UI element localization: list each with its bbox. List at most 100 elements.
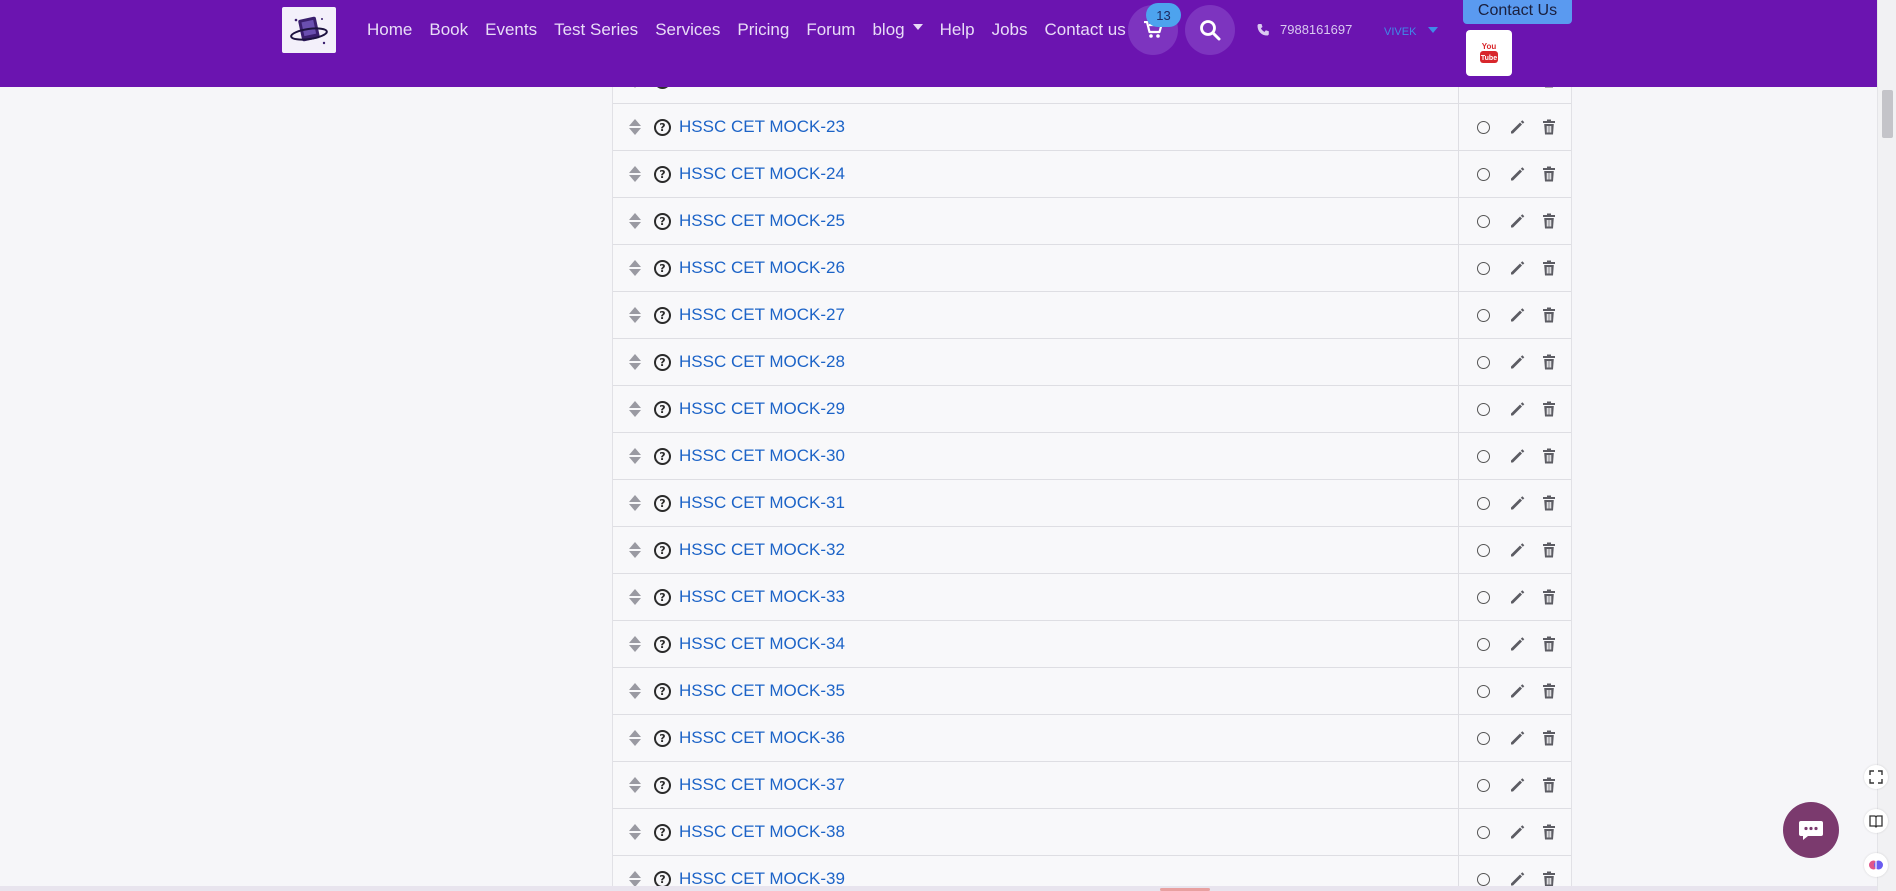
trash-icon[interactable] xyxy=(1540,212,1558,230)
quiz-link[interactable]: HSSC CET MOCK-25 xyxy=(679,211,845,231)
select-radio[interactable] xyxy=(1477,449,1490,463)
sort-handle-icon[interactable] xyxy=(628,539,642,561)
pencil-icon[interactable] xyxy=(1508,635,1526,653)
nav-home[interactable]: Home xyxy=(367,20,412,40)
quiz-link[interactable]: HSSC CET MOCK-30 xyxy=(679,446,845,466)
pencil-icon[interactable] xyxy=(1508,212,1526,230)
select-radio[interactable] xyxy=(1477,637,1490,651)
sort-handle-icon[interactable] xyxy=(628,351,642,373)
nav-help[interactable]: Help xyxy=(940,20,975,40)
sort-handle-icon[interactable] xyxy=(628,163,642,185)
sort-handle-icon[interactable] xyxy=(628,821,642,843)
pencil-icon[interactable] xyxy=(1508,823,1526,841)
quiz-link[interactable]: HSSC CET MOCK-33 xyxy=(679,587,845,607)
pencil-icon[interactable] xyxy=(1508,306,1526,324)
book-icon[interactable] xyxy=(1864,809,1888,833)
contact-us-button[interactable]: Contact Us xyxy=(1463,0,1572,24)
page-scrollbar[interactable] xyxy=(1877,0,1896,891)
quiz-link[interactable]: HSSC CET MOCK-32 xyxy=(679,540,845,560)
select-radio[interactable] xyxy=(1477,731,1490,745)
trash-icon[interactable] xyxy=(1540,823,1558,841)
select-radio[interactable] xyxy=(1477,355,1490,369)
trash-icon[interactable] xyxy=(1540,729,1558,747)
sort-handle-icon[interactable] xyxy=(628,445,642,467)
nav-test-series[interactable]: Test Series xyxy=(554,20,638,40)
site-logo[interactable] xyxy=(282,7,336,53)
pencil-icon[interactable] xyxy=(1508,541,1526,559)
select-radio[interactable] xyxy=(1477,167,1490,181)
select-radio[interactable] xyxy=(1477,402,1490,416)
select-radio[interactable] xyxy=(1477,214,1490,228)
sort-handle-icon[interactable] xyxy=(628,304,642,326)
search-button[interactable] xyxy=(1185,5,1235,55)
trash-icon[interactable] xyxy=(1540,306,1558,324)
sort-handle-icon[interactable] xyxy=(628,680,642,702)
quiz-link[interactable]: HSSC CET MOCK-38 xyxy=(679,822,845,842)
pencil-icon[interactable] xyxy=(1508,118,1526,136)
pencil-icon[interactable] xyxy=(1508,165,1526,183)
quiz-link[interactable]: HSSC CET MOCK-37 xyxy=(679,775,845,795)
trash-icon[interactable] xyxy=(1540,776,1558,794)
select-radio[interactable] xyxy=(1477,590,1490,604)
select-radio[interactable] xyxy=(1477,778,1490,792)
trash-icon[interactable] xyxy=(1540,588,1558,606)
quiz-link[interactable]: HSSC CET MOCK-35 xyxy=(679,681,845,701)
quiz-link[interactable]: HSSC CET MOCK-31 xyxy=(679,493,845,513)
trash-icon[interactable] xyxy=(1540,353,1558,371)
pencil-icon[interactable] xyxy=(1508,729,1526,747)
nav-pricing[interactable]: Pricing xyxy=(737,20,789,40)
select-radio[interactable] xyxy=(1477,496,1490,510)
trash-icon[interactable] xyxy=(1540,541,1558,559)
select-radio[interactable] xyxy=(1477,308,1490,322)
nav-services[interactable]: Services xyxy=(655,20,720,40)
trash-icon[interactable] xyxy=(1540,447,1558,465)
quiz-link[interactable]: HSSC CET MOCK-24 xyxy=(679,164,845,184)
sort-handle-icon[interactable] xyxy=(628,398,642,420)
trash-icon[interactable] xyxy=(1540,259,1558,277)
quiz-link[interactable]: HSSC CET MOCK-28 xyxy=(679,352,845,372)
sort-handle-icon[interactable] xyxy=(628,116,642,138)
sort-handle-icon[interactable] xyxy=(628,210,642,232)
sort-handle-icon[interactable] xyxy=(628,727,642,749)
pencil-icon[interactable] xyxy=(1508,682,1526,700)
pencil-icon[interactable] xyxy=(1508,259,1526,277)
brain-icon[interactable] xyxy=(1864,853,1888,877)
pencil-icon[interactable] xyxy=(1508,494,1526,512)
trash-icon[interactable] xyxy=(1540,494,1558,512)
quiz-link[interactable]: HSSC CET MOCK-23 xyxy=(679,117,845,137)
nav-jobs[interactable]: Jobs xyxy=(992,20,1028,40)
quiz-link[interactable]: HSSC CET MOCK-34 xyxy=(679,634,845,654)
trash-icon[interactable] xyxy=(1540,118,1558,136)
pencil-icon[interactable] xyxy=(1508,400,1526,418)
select-radio[interactable] xyxy=(1477,825,1490,839)
nav-blog-dropdown[interactable]: blog xyxy=(872,20,923,40)
sort-handle-icon[interactable] xyxy=(628,586,642,608)
nav-forum[interactable]: Forum xyxy=(806,20,855,40)
trash-icon[interactable] xyxy=(1540,635,1558,653)
sort-handle-icon[interactable] xyxy=(628,492,642,514)
select-radio[interactable] xyxy=(1477,684,1490,698)
trash-icon[interactable] xyxy=(1540,165,1558,183)
trash-icon[interactable] xyxy=(1540,400,1558,418)
pencil-icon[interactable] xyxy=(1508,353,1526,371)
select-radio[interactable] xyxy=(1477,261,1490,275)
pencil-icon[interactable] xyxy=(1508,588,1526,606)
pencil-icon[interactable] xyxy=(1508,447,1526,465)
scrollbar-thumb[interactable] xyxy=(1882,90,1893,138)
trash-icon[interactable] xyxy=(1540,682,1558,700)
nav-book[interactable]: Book xyxy=(429,20,468,40)
select-radio[interactable] xyxy=(1477,543,1490,557)
sort-handle-icon[interactable] xyxy=(628,257,642,279)
chat-button[interactable] xyxy=(1783,802,1839,858)
screenshot-tool-icon[interactable] xyxy=(1864,765,1888,789)
select-radio[interactable] xyxy=(1477,872,1490,886)
quiz-link[interactable]: HSSC CET MOCK-36 xyxy=(679,728,845,748)
phone-contact[interactable]: 7988161697 xyxy=(1256,22,1352,37)
nav-events[interactable]: Events xyxy=(485,20,537,40)
nav-contact-us[interactable]: Contact us xyxy=(1045,20,1126,40)
sort-handle-icon[interactable] xyxy=(628,633,642,655)
quiz-link[interactable]: HSSC CET MOCK-29 xyxy=(679,399,845,419)
pencil-icon[interactable] xyxy=(1508,776,1526,794)
select-radio[interactable] xyxy=(1477,120,1490,134)
quiz-link[interactable]: HSSC CET MOCK-27 xyxy=(679,305,845,325)
